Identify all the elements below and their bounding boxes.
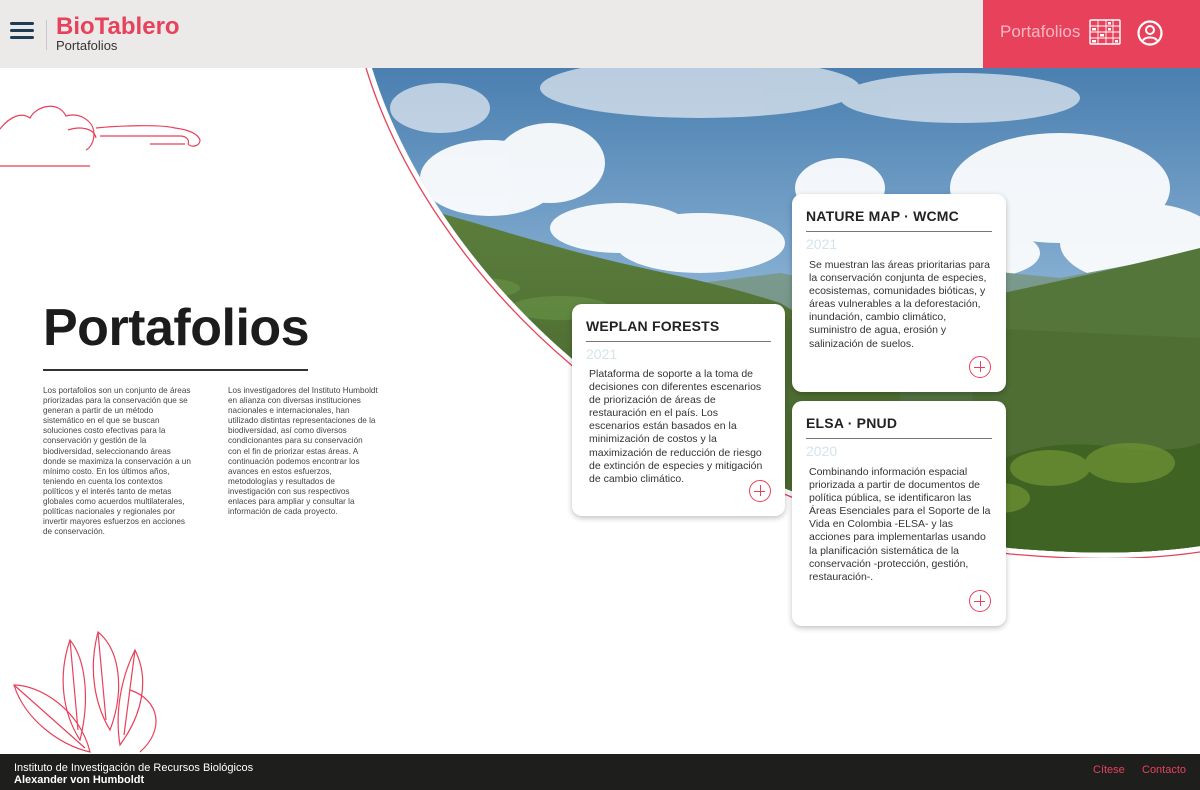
dashboard-grid-icon[interactable] (1089, 19, 1121, 45)
intro-paragraph-2: Los investigadores del Instituto Humbold… (228, 386, 378, 517)
card-description: Combinando información espacial prioriza… (809, 466, 991, 583)
portfolio-card-weplan[interactable]: WEPLAN FORESTS 2021 Plataforma de soport… (572, 304, 785, 516)
app-footer: Instituto de Investigación de Recursos B… (0, 754, 1200, 790)
card-year: 2021 (806, 236, 838, 252)
portfolio-card-elsa[interactable]: ELSA · PNUD 2020 Combinando información … (792, 401, 1006, 626)
app-header: BioTablero Portafolios Portafolios (0, 0, 1200, 68)
plus-circle-icon[interactable] (749, 480, 771, 502)
plus-circle-icon[interactable] (969, 590, 991, 612)
portfolio-card-naturemap[interactable]: NATURE MAP · WCMC 2021 Se muestran las á… (792, 194, 1006, 392)
card-year: 2021 (586, 346, 618, 362)
menu-icon[interactable] (10, 22, 34, 40)
user-circle-icon[interactable] (1137, 20, 1163, 46)
section-panel: Portafolios (983, 0, 1200, 68)
footer-contact-link[interactable]: Contacto (1142, 764, 1186, 776)
card-description: Plataforma de soporte a la toma de decis… (589, 368, 763, 485)
header-subtitle: Portafolios (56, 38, 118, 53)
card-description: Se muestran las áreas prioritarias para … (809, 259, 990, 350)
intro-paragraph-1: Los portafolios son un conjunto de áreas… (43, 386, 191, 537)
card-title: ELSA · PNUD (806, 415, 898, 431)
plus-circle-icon[interactable] (969, 356, 991, 378)
section-label: Portafolios (1000, 22, 1081, 41)
footer-org-name: Instituto de Investigación de Recursos B… (14, 762, 254, 774)
card-divider (806, 438, 992, 439)
footer-cite-link[interactable]: Cítese (1093, 764, 1125, 776)
leaf-decoration (13, 630, 157, 753)
header-divider (46, 20, 47, 50)
card-title: NATURE MAP · WCMC (806, 208, 959, 224)
title-underline (43, 369, 308, 371)
footer-org-name-bold: Alexander von Humboldt (14, 774, 145, 786)
cloud-decoration (0, 105, 201, 167)
brand-title[interactable]: BioTablero (56, 13, 180, 41)
card-year: 2020 (806, 443, 838, 459)
page-title: Portafolios (43, 299, 310, 357)
card-divider (806, 231, 992, 232)
card-divider (586, 341, 771, 342)
card-title: WEPLAN FORESTS (586, 318, 720, 334)
